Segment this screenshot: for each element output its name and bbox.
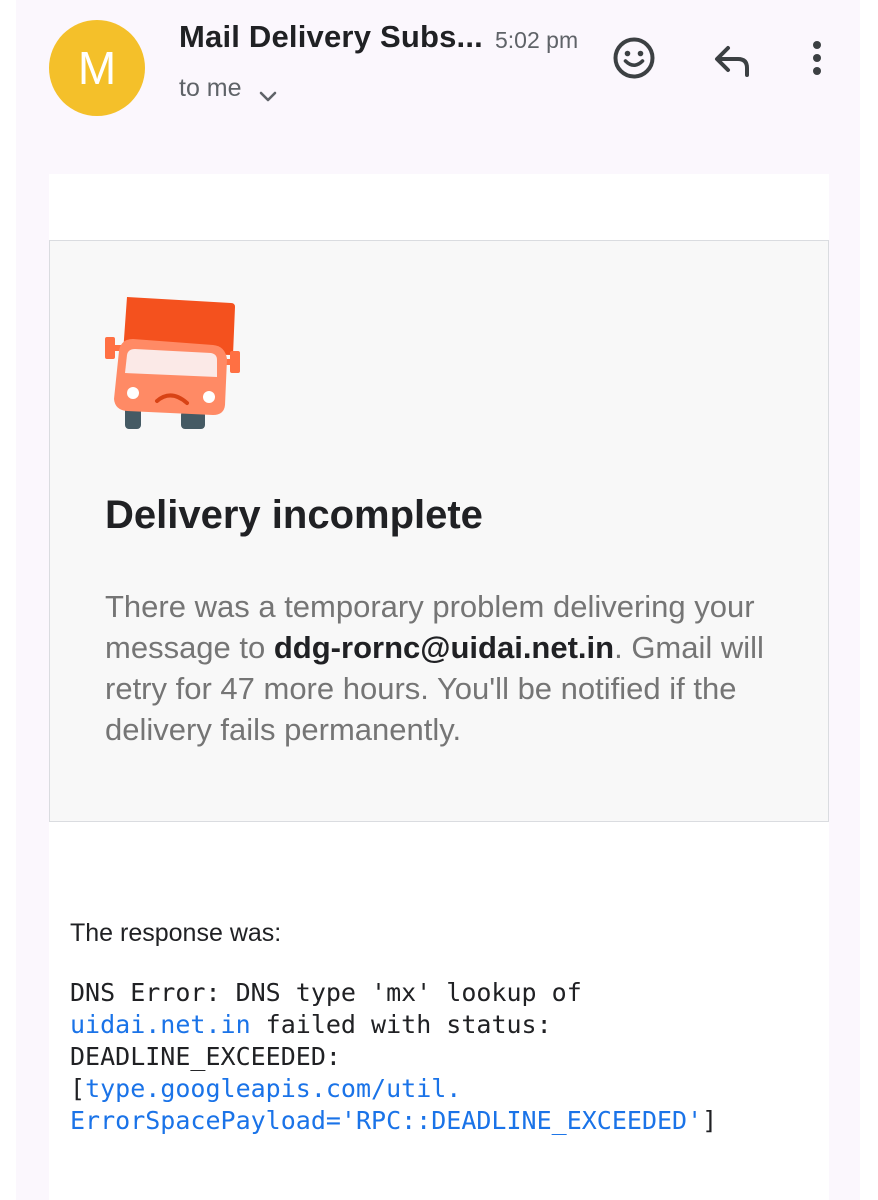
emoji-react-button[interactable] bbox=[608, 34, 660, 86]
recipient-address: ddg-rornc@uidai.net.in bbox=[273, 630, 615, 665]
emoji-react-icon bbox=[612, 36, 656, 85]
delivery-notice-box: Delivery incomplete There was a temporar… bbox=[49, 240, 829, 822]
email-screen: M Mail Delivery Subs... 5:02 pm to me De… bbox=[0, 0, 878, 1200]
googleapis-link-line-1[interactable]: type.googleapis.com/util. bbox=[85, 1074, 461, 1103]
reply-button[interactable] bbox=[706, 36, 758, 88]
recipient-details-toggle[interactable]: to me bbox=[179, 74, 278, 103]
notice-message: There was a temporary problem delivering… bbox=[105, 586, 795, 750]
response-line-2-rest: failed with status: bbox=[250, 1010, 552, 1039]
googleapis-link-line-2[interactable]: ErrorSpacePayload='RPC::DEADLINE_EXCEEDE… bbox=[70, 1106, 702, 1135]
notice-title: Delivery incomplete bbox=[105, 493, 483, 537]
sender-avatar[interactable]: M bbox=[49, 20, 145, 116]
avatar-letter: M bbox=[77, 42, 117, 94]
delivery-truck-icon bbox=[105, 293, 245, 433]
bracket-open: [ bbox=[70, 1074, 86, 1103]
more-options-button[interactable] bbox=[796, 36, 838, 84]
email-time: 5:02 pm bbox=[495, 27, 579, 53]
reply-icon bbox=[710, 40, 754, 85]
response-label: The response was: bbox=[70, 919, 282, 947]
response-details: DNS Error: DNS type 'mx' lookup of uidai… bbox=[70, 977, 717, 1137]
response-line-1: DNS Error: DNS type 'mx' lookup of bbox=[70, 978, 582, 1007]
recipient-label: to me bbox=[179, 74, 242, 102]
domain-link[interactable]: uidai.net.in bbox=[70, 1010, 251, 1039]
sender-name[interactable]: Mail Delivery Subs... bbox=[179, 19, 483, 55]
chevron-down-icon bbox=[258, 82, 278, 101]
more-vert-icon bbox=[811, 38, 823, 83]
bracket-close: ] bbox=[702, 1106, 718, 1135]
response-line-3: DEADLINE_EXCEEDED: bbox=[70, 1042, 341, 1071]
